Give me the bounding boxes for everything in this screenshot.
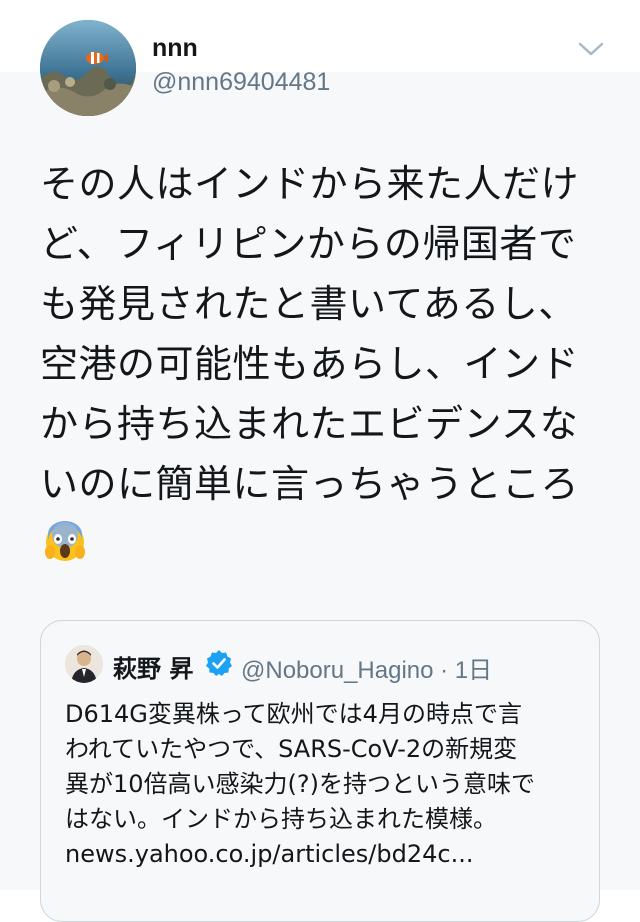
face-screaming-in-fear-icon [44, 520, 86, 562]
quoted-author-avatar[interactable] [65, 645, 103, 683]
author-display-name[interactable]: nnn [152, 34, 198, 63]
author-handle[interactable]: @nnn69404481 [152, 68, 330, 97]
reef-photo-image [40, 20, 136, 116]
quoted-tweet-text: D614G変異株って欧州では4月の時点で言 われていたやつで、SARS-CoV-… [65, 700, 536, 868]
verified-badge-icon [205, 649, 233, 677]
quoted-author-handle-and-time[interactable]: @Noboru_Hagino · 1日 [241, 650, 492, 685]
quoted-author-display-name[interactable]: 萩野 昇 [113, 649, 193, 684]
quoted-tweet[interactable]: 萩野 昇 @Noboru_Hagino · 1日 D614G変異株って欧州では4… [40, 620, 600, 922]
author-avatar[interactable] [40, 20, 136, 116]
tweet-text: その人はインドから来た人だけ ど、フィリピンからの帰国者で も発見されたと書いて… [40, 162, 580, 506]
chevron-down-icon[interactable] [576, 38, 606, 60]
